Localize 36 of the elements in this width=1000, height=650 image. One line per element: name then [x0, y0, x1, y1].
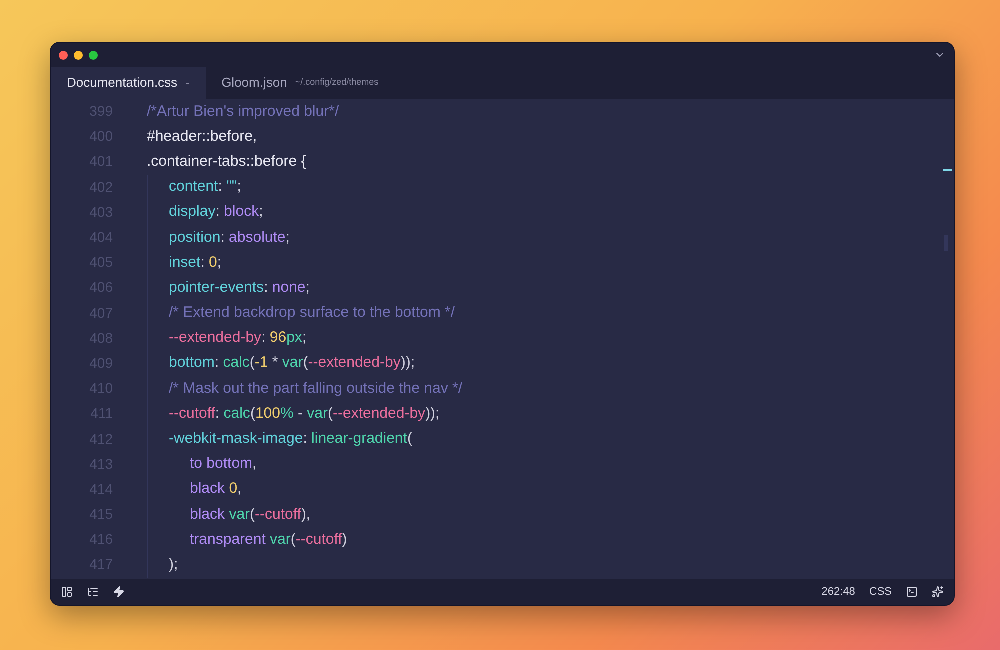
panel-layout-icon[interactable]: [61, 586, 73, 598]
editor-tab[interactable]: Documentation.css -: [51, 67, 206, 99]
minimize-button[interactable]: [74, 50, 83, 60]
code-line: .container-tabs::before {: [147, 152, 306, 170]
tab-title: Documentation.css: [67, 74, 178, 92]
tab-path: ~/.config/zed/themes: [295, 76, 379, 90]
code-line: black var(--cutoff),: [190, 506, 311, 523]
language-mode[interactable]: CSS: [869, 584, 892, 600]
code-line: /* Extend backdrop surface to the bottom */: [169, 304, 455, 322]
terminal-icon[interactable]: [906, 586, 918, 598]
editor-tab[interactable]: Gloom.json ~/.config/zed/themes: [206, 67, 395, 99]
code-line: --extended-by: 96px;: [169, 329, 307, 346]
lightning-icon[interactable]: [113, 586, 125, 598]
code-line: );: [169, 556, 178, 573]
close-button[interactable]: [59, 50, 68, 60]
maximize-button[interactable]: [89, 50, 98, 60]
sparkle-icon[interactable]: [932, 586, 944, 598]
tab-marker: -: [186, 75, 190, 92]
code-line: position: absolute;: [169, 228, 290, 246]
cursor-position[interactable]: 262:48: [822, 584, 856, 600]
tab-title: Gloom.json: [222, 74, 288, 92]
code-line: transparent var(--cutoff): [190, 530, 348, 548]
code-line: bottom: calc(-1 * var(--extended-by));: [169, 354, 415, 372]
code-line: #header::before,: [147, 128, 258, 145]
code-line: /* Mask out the part falling outside the nav */: [169, 380, 463, 397]
code-line: to bottom,: [190, 455, 257, 472]
code-line: --cutoff: calc(100% - var(--extended-by));: [169, 404, 440, 422]
code-line: content: "";: [169, 178, 242, 196]
code-line: display: block;: [169, 203, 264, 220]
scrollbar-marker: [943, 169, 952, 171]
outline-icon[interactable]: [87, 586, 99, 598]
code-line: black 0,: [190, 480, 242, 498]
code-line: inset: 0;: [169, 254, 222, 271]
code-line: pointer-events: none;: [169, 278, 310, 296]
code-line: /*Artur Bien's improved blur*/: [147, 102, 340, 120]
code-line: -webkit-mask-image: linear-gradient(: [169, 430, 412, 448]
